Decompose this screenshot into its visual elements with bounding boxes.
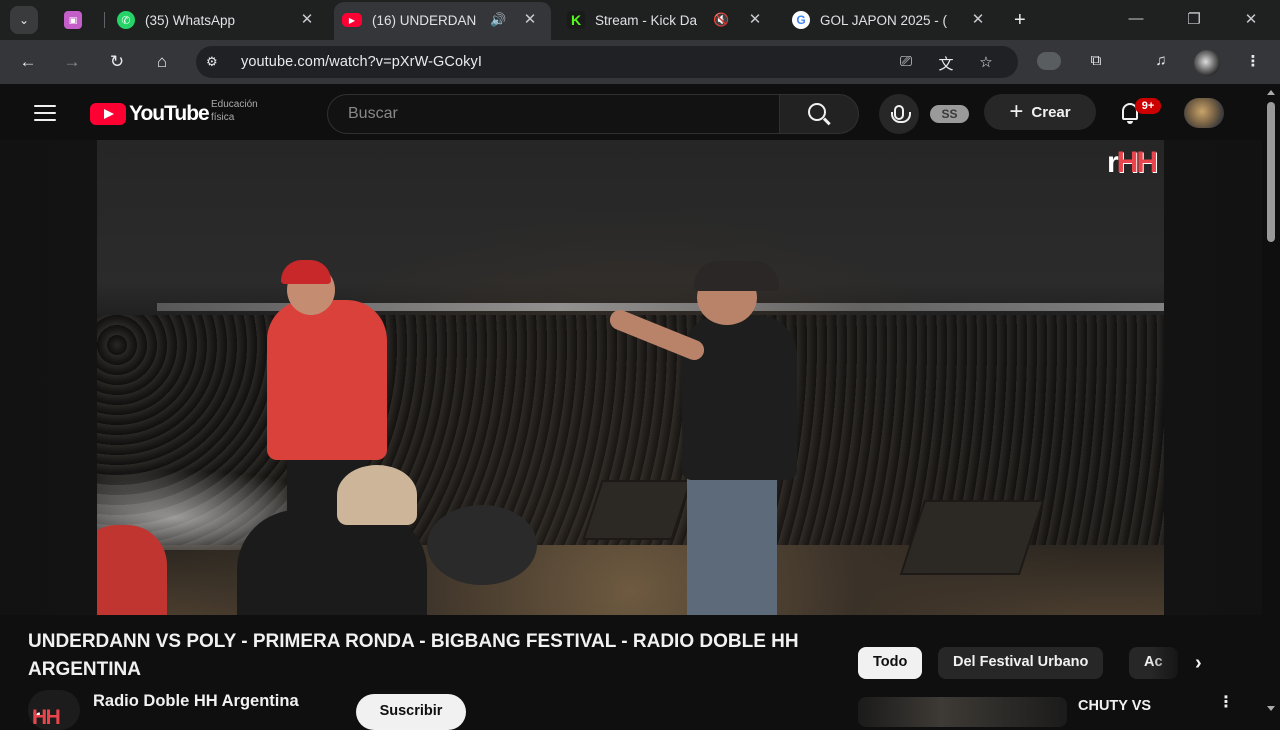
page-scrollbar[interactable]	[1262, 84, 1280, 720]
translate-icon[interactable]: 文	[936, 53, 956, 73]
video-frame-figure	[267, 300, 387, 460]
tab-title: (16) UNDERDAN	[372, 12, 477, 28]
create-label: Crear	[1031, 103, 1071, 121]
youtube-logo[interactable]: YouTube	[90, 102, 210, 126]
video-frame-figure	[682, 315, 797, 480]
video-frame-figure	[97, 525, 167, 615]
video-frame-figure	[687, 470, 777, 615]
watermark-hh: HH	[1116, 146, 1158, 179]
tab-separator	[104, 12, 105, 28]
youtube-play-icon	[90, 103, 126, 125]
chip-todo[interactable]: Todo	[858, 647, 923, 679]
forward-arrow-icon[interactable]: →	[62, 52, 82, 72]
plus-icon: +	[1009, 98, 1024, 125]
media-controls-icon[interactable]: ♫	[1150, 52, 1172, 72]
tab-search-button[interactable]: ⌄	[10, 6, 38, 34]
youtube-wordmark: YouTube	[129, 102, 210, 125]
chevron-down-icon: ⌄	[18, 13, 30, 27]
reload-icon[interactable]: ↻	[107, 52, 127, 72]
notification-count-badge: 9+	[1135, 98, 1161, 114]
video-frame-figure	[281, 260, 331, 284]
video-player[interactable]: rHH	[97, 140, 1164, 615]
scroll-thumb[interactable]	[1267, 102, 1275, 242]
scroll-up-arrow-icon[interactable]	[1267, 90, 1275, 95]
recommendation-thumbnail[interactable]	[858, 697, 1067, 727]
tab-kick[interactable]: K Stream - Kick Da 🔇 ✕	[567, 6, 763, 34]
back-arrow-icon[interactable]: ←	[18, 52, 38, 72]
close-icon[interactable]: ✕	[299, 12, 315, 28]
bookmark-star-icon[interactable]: ☆	[976, 53, 996, 71]
tab-google[interactable]: G GOL JAPON 2025 - ( ✕	[792, 6, 986, 34]
browser-toolbar: ← → ↻ ⌂ ⚙ youtube.com/watch?v=pXrW-GCoky…	[0, 40, 1280, 84]
youtube-icon: ▶	[342, 13, 362, 27]
minimize-icon[interactable]: —	[1126, 10, 1146, 27]
watermark-r: r	[1106, 146, 1119, 179]
microphone-icon	[891, 104, 911, 123]
extensions-puzzle-icon[interactable]: ⧉	[1085, 52, 1107, 72]
cast-icon[interactable]: ⎚	[896, 53, 916, 71]
chip-del-festival-urbano[interactable]: Del Festival Urbano	[938, 647, 1104, 679]
video-frame-figure	[694, 261, 779, 291]
account-avatar[interactable]	[1184, 98, 1224, 128]
hamburger-menu-icon[interactable]	[34, 105, 56, 121]
voice-search-button[interactable]	[879, 94, 919, 134]
speaker-icon[interactable]: 🔊	[490, 12, 506, 28]
more-menu-icon[interactable]: ⋮	[1242, 52, 1264, 72]
tab-whatsapp[interactable]: ✆ (35) WhatsApp ✕	[117, 6, 315, 34]
chip-fade	[1150, 640, 1190, 684]
browser-tab-strip: ⌄ ▣ ✆ (35) WhatsApp ✕ ▶ (16) UNDERDAN 🔊 …	[0, 0, 1280, 40]
subscribe-button[interactable]: Suscribir	[356, 694, 466, 730]
tab-title: (35) WhatsApp	[145, 12, 236, 28]
video-title: UNDERDANN VS POLY - PRIMERA RONDA - BIGB…	[28, 631, 799, 680]
close-window-icon[interactable]: ✕	[1241, 10, 1261, 28]
logo-subtitle-line1: Educación	[211, 99, 258, 110]
scroll-down-arrow-icon[interactable]	[1267, 706, 1275, 711]
ss-badge[interactable]: SS	[930, 105, 969, 123]
logo-subtitle-line2: física	[211, 112, 235, 123]
create-button[interactable]: + Crear	[984, 94, 1096, 130]
extension-toggle-icon[interactable]	[1037, 52, 1061, 70]
video-frame-monitor	[899, 500, 1045, 575]
video-frame-figure	[337, 465, 417, 525]
rhh-watermark-logo: rHH	[1106, 146, 1158, 180]
restore-icon[interactable]: ❐	[1184, 10, 1204, 28]
search-placeholder: Buscar	[348, 105, 398, 122]
google-icon: G	[792, 11, 810, 29]
url-text[interactable]: youtube.com/watch?v=pXrW-GCokyI	[241, 54, 482, 70]
search-button[interactable]	[779, 94, 859, 134]
whatsapp-icon: ✆	[117, 11, 135, 29]
search-icon	[808, 103, 826, 121]
close-icon[interactable]: ✕	[747, 12, 763, 28]
youtube-header: YouTube Educación física Buscar SS + Cre…	[0, 84, 1262, 140]
chevron-right-icon[interactable]: ›	[1195, 652, 1202, 675]
close-icon[interactable]: ✕	[970, 12, 986, 28]
recommendation-title[interactable]: CHUTY VS	[1078, 698, 1151, 714]
profile-avatar[interactable]	[1194, 50, 1220, 76]
tab-youtube[interactable]: ▶ (16) UNDERDAN 🔊 ✕	[342, 6, 538, 34]
address-bar[interactable]: ⚙ youtube.com/watch?v=pXrW-GCokyI ⎚ 文 ☆	[196, 46, 1018, 78]
tab-group[interactable]: ▣	[64, 6, 94, 34]
player-container: rHH	[0, 140, 1262, 615]
site-settings-icon[interactable]: ⚙	[206, 54, 224, 70]
search-input[interactable]: Buscar	[327, 94, 780, 134]
logo-subtitle: Educación física	[211, 98, 258, 124]
tab-title: GOL JAPON 2025 - (	[820, 12, 948, 28]
kick-icon: K	[567, 11, 585, 29]
more-options-icon[interactable]: ⋮	[1218, 695, 1234, 711]
video-frame-figure	[237, 510, 427, 615]
video-frame-figure	[427, 505, 537, 585]
muted-icon[interactable]: 🔇	[713, 12, 729, 28]
channel-name[interactable]: Radio Doble HH Argentina	[93, 692, 299, 711]
tab-group-icon: ▣	[64, 11, 82, 29]
channel-avatar[interactable]: r HH	[28, 690, 80, 730]
channel-logo-hh: HH	[32, 706, 61, 729]
new-tab-plus-icon[interactable]: +	[1014, 10, 1026, 30]
tab-title: Stream - Kick Da	[595, 12, 698, 28]
close-icon[interactable]: ✕	[522, 12, 538, 28]
home-icon[interactable]: ⌂	[152, 52, 172, 72]
